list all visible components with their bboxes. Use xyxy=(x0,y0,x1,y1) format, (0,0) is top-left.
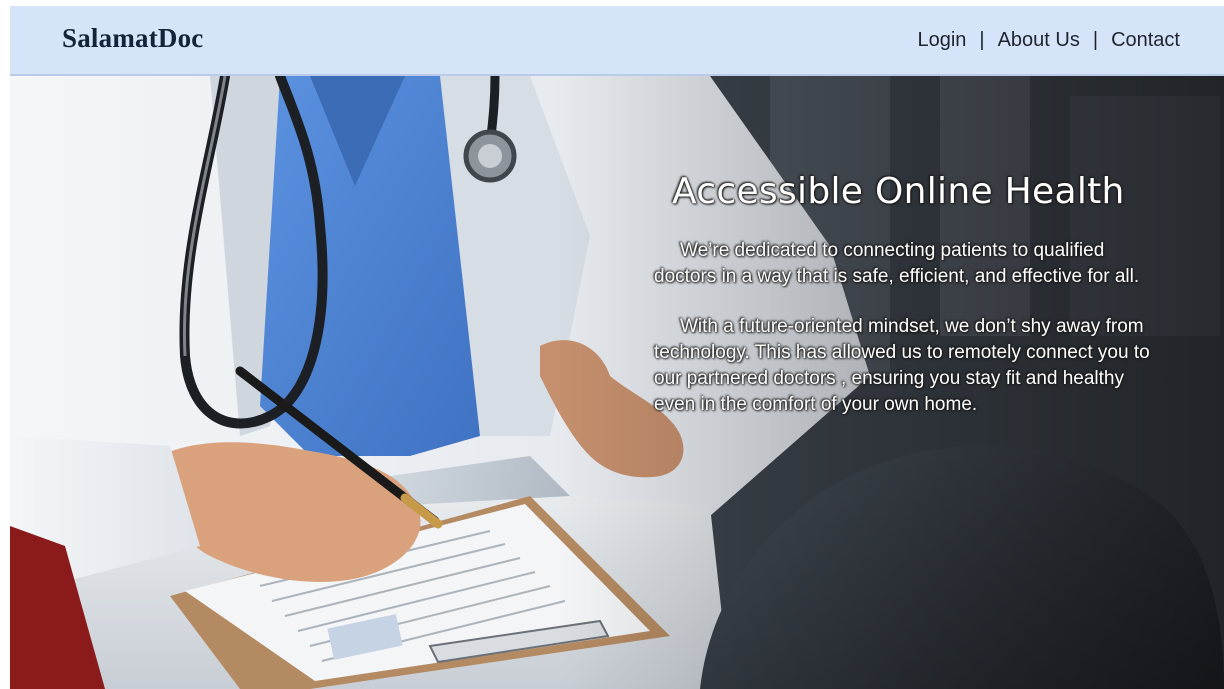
top-navbar: SalamatDoc Login | About Us | Contact xyxy=(10,6,1224,76)
nav-links: Login | About Us | Contact xyxy=(917,29,1180,52)
hero-text-block: Accessible Online Health We’re dedicated… xyxy=(654,170,1164,418)
hero-section: Accessible Online Health We’re dedicated… xyxy=(10,76,1224,689)
hero-paragraph-mission: We’re dedicated to connecting patients t… xyxy=(654,240,1140,287)
page: SalamatDoc Login | About Us | Contact Ac… xyxy=(0,0,1224,689)
hero-paragraph-technology: With a future-oriented mindset, we don’t… xyxy=(654,316,1150,415)
hero-title: Accessible Online Health xyxy=(672,171,1125,212)
login-link[interactable]: Login xyxy=(917,29,966,52)
brand-logo-text[interactable]: SalamatDoc xyxy=(62,23,203,54)
about-us-link[interactable]: About Us xyxy=(998,29,1080,52)
nav-separator: | xyxy=(979,29,985,51)
contact-link[interactable]: Contact xyxy=(1111,29,1180,52)
nav-separator: | xyxy=(1092,29,1099,51)
